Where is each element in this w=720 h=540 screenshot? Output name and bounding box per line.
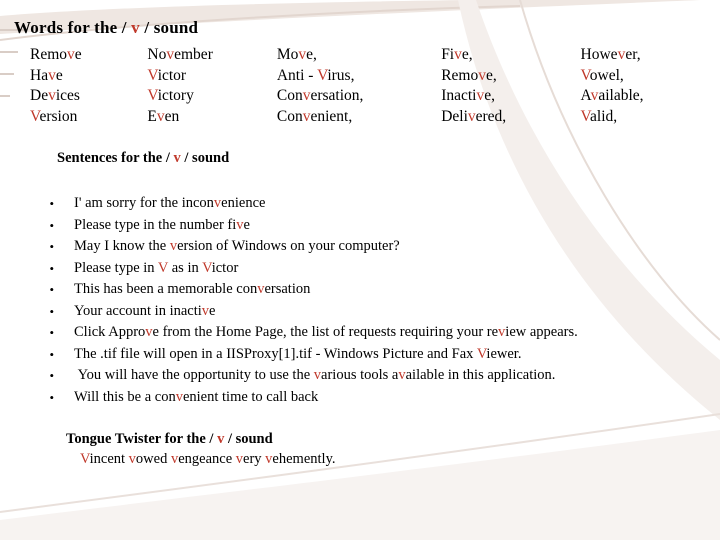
- tongue-twister-heading-prefix: Tongue Twister for the /: [66, 431, 218, 447]
- table-row: Have Victor Anti - Virus, Remove, Vowel,: [30, 67, 710, 88]
- tongue-twister-heading-suffix: / sound: [224, 431, 273, 447]
- word-cell: Five,: [441, 46, 473, 63]
- word-cell: Victor: [147, 66, 187, 84]
- page-title-prefix: Words for the /: [14, 18, 132, 37]
- slide-container: Words for the / v / sound Remove Novembe…: [0, 0, 720, 540]
- word-cell: Available,: [580, 87, 644, 104]
- sentences-heading-suffix: / sound: [180, 150, 230, 166]
- tongue-twister-line: Vincent vowed vengeance very vehemently.: [80, 451, 336, 467]
- list-item-label: May I know the version of Windows on you…: [74, 238, 400, 254]
- word-cell: Convenient,: [276, 107, 353, 125]
- list-item-label: Your account in inactive: [74, 302, 216, 319]
- bullet-icon: •: [49, 196, 54, 211]
- word-cell: Delivered,: [441, 107, 507, 125]
- list-item: • Click Approve from the Home Page, the …: [26, 322, 716, 344]
- list-item-label: The .tif file will open in a IISProxy[1]…: [74, 345, 522, 362]
- bullet-icon: •: [49, 260, 54, 276]
- bullet-icon: •: [49, 325, 54, 340]
- list-item: • Please type in the number five: [26, 215, 716, 237]
- page-title-accent: v: [131, 18, 140, 37]
- list-item: • This has been a memorable conversation: [26, 279, 716, 301]
- list-item: • Please type in V as in Victor: [26, 258, 716, 280]
- list-item: • Your account in inactive: [26, 301, 716, 323]
- word-cell: Inactive,: [441, 87, 495, 104]
- word-cell: Valid,: [580, 107, 618, 125]
- list-item-label: Please type in V as in Victor: [74, 259, 239, 276]
- word-cell: Vowel,: [580, 66, 624, 84]
- word-cell: Remove: [30, 46, 82, 63]
- bullet-icon: •: [49, 346, 54, 362]
- sentence-list: • I' am sorry for the inconvenience • Pl…: [26, 193, 716, 408]
- word-cell: Remove,: [441, 66, 497, 84]
- bullet-icon: •: [49, 282, 54, 297]
- word-cell: November: [147, 46, 213, 63]
- word-cell: Conversation,: [276, 87, 364, 104]
- word-cell: Move,: [276, 46, 317, 63]
- list-item-label: Please type in the number five: [74, 216, 250, 233]
- bullet-icon: •: [49, 217, 54, 233]
- table-row: Remove November Move, Five, However,: [30, 46, 710, 67]
- tongue-twister-heading: Tongue Twister for the / v / sound: [66, 431, 273, 448]
- word-list-table: Remove November Move, Five, However, Hav…: [30, 46, 710, 128]
- bullet-icon: •: [49, 389, 54, 405]
- sentences-heading-prefix: Sentences for the /: [57, 150, 174, 166]
- table-row: Version Even Convenient, Delivered, Vali…: [30, 108, 710, 129]
- bullet-icon: •: [49, 239, 54, 254]
- list-item: • I' am sorry for the inconvenience: [26, 193, 716, 215]
- bullet-icon: •: [49, 303, 54, 319]
- list-item-label: I' am sorry for the inconvenience: [74, 195, 266, 211]
- list-item: • Will this be a convenient time to call…: [26, 387, 716, 409]
- bullet-icon: •: [49, 368, 54, 383]
- page-title: Words for the / v / sound: [14, 18, 198, 38]
- list-item: • May I know the version of Windows on y…: [26, 236, 716, 258]
- list-item: • You will have the opportunity to use t…: [26, 365, 716, 387]
- list-item-label: You will have the opportunity to use the…: [74, 367, 556, 383]
- list-item-label: This has been a memorable conversation: [74, 281, 311, 297]
- list-item-label: Click Approve from the Home Page, the li…: [74, 324, 578, 340]
- word-cell: Devices: [30, 87, 80, 104]
- word-cell: Have: [30, 66, 63, 84]
- word-cell: Victory: [147, 87, 194, 104]
- word-cell: Even: [147, 107, 180, 125]
- word-cell: Version: [30, 107, 78, 125]
- sentences-heading: Sentences for the / v / sound: [57, 150, 229, 167]
- word-cell: Anti - Virus,: [276, 66, 355, 84]
- page-title-suffix: / sound: [139, 18, 199, 37]
- sentences-heading-accent: v: [173, 150, 181, 166]
- word-cell: However,: [580, 46, 641, 63]
- table-row: Devices Victory Conversation, Inactive, …: [30, 87, 710, 108]
- list-item: • The .tif file will open in a IISProxy[…: [26, 344, 716, 366]
- list-item-label: Will this be a convenient time to call b…: [74, 388, 319, 405]
